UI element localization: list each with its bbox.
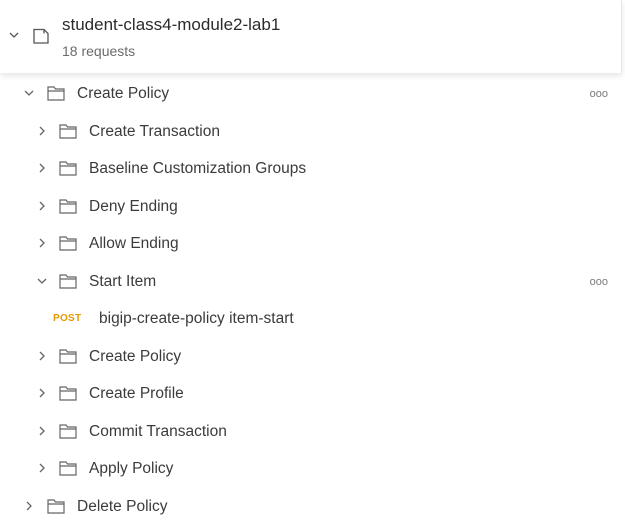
chevron-right-icon[interactable]	[36, 350, 48, 362]
folder-label: Create Profile	[89, 385, 184, 402]
folder-commit-transaction[interactable]: Commit Transaction	[0, 413, 621, 449]
more-options-icon[interactable]: ooo	[590, 89, 608, 100]
folder-deny-ending[interactable]: Deny Ending	[0, 188, 621, 224]
folder-icon	[59, 198, 77, 214]
request-count: 18 requests	[62, 43, 136, 59]
folder-baseline-customization-groups[interactable]: Baseline Customization Groups	[0, 150, 621, 186]
folder-icon	[59, 160, 77, 176]
folder-icon	[47, 85, 65, 101]
folder-label: Create Policy	[77, 85, 170, 102]
collection-name[interactable]: student-class4-module2-lab1	[62, 15, 280, 35]
collection-header[interactable]: student-class4-module2-lab1 18 requests	[0, 0, 622, 73]
folder-icon	[59, 423, 77, 439]
folder-create-policy[interactable]: Create Policy ooo	[0, 75, 621, 111]
folder-create-profile[interactable]: Create Profile	[0, 375, 621, 411]
chevron-right-icon[interactable]	[36, 237, 48, 249]
chevron-right-icon[interactable]	[36, 162, 48, 174]
folder-label: Apply Policy	[89, 460, 174, 477]
folder-icon	[59, 235, 77, 251]
folder-label: Create Policy	[89, 348, 182, 365]
more-options-icon[interactable]: ooo	[590, 277, 608, 288]
chevron-right-icon[interactable]	[36, 125, 48, 137]
folder-label: Delete Policy	[77, 498, 168, 515]
chevron-right-icon[interactable]	[36, 387, 48, 399]
folder-label: Start Item	[89, 273, 157, 290]
chevron-right-icon[interactable]	[36, 425, 48, 437]
folder-icon	[59, 385, 77, 401]
folder-icon	[59, 348, 77, 364]
chevron-down-icon[interactable]	[8, 29, 20, 41]
folder-create-transaction[interactable]: Create Transaction	[0, 113, 621, 149]
folder-icon	[59, 273, 77, 289]
folder-icon	[59, 460, 77, 476]
collection-icon	[32, 27, 50, 45]
folder-allow-ending[interactable]: Allow Ending	[0, 225, 621, 261]
request-label: bigip-create-policy item-start	[99, 310, 294, 327]
method-badge: POST	[53, 313, 82, 324]
chevron-down-icon[interactable]	[36, 275, 48, 287]
folder-delete-policy[interactable]: Delete Policy	[0, 488, 621, 524]
chevron-right-icon[interactable]	[36, 200, 48, 212]
folder-start-item[interactable]: Start Item ooo	[0, 263, 621, 299]
folder-apply-policy[interactable]: Apply Policy	[0, 450, 621, 486]
folder-label: Deny Ending	[89, 198, 178, 215]
folder-label: Allow Ending	[89, 235, 179, 252]
folder-icon	[59, 123, 77, 139]
folder-label: Commit Transaction	[89, 423, 227, 440]
chevron-right-icon[interactable]	[36, 462, 48, 474]
chevron-right-icon[interactable]	[23, 500, 35, 512]
folder-create-policy-sub[interactable]: Create Policy	[0, 338, 621, 374]
chevron-down-icon[interactable]	[23, 87, 35, 99]
request-item[interactable]: POST bigip-create-policy item-start	[0, 300, 621, 336]
folder-label: Create Transaction	[89, 123, 220, 140]
folder-icon	[47, 498, 65, 514]
folder-label: Baseline Customization Groups	[89, 160, 307, 177]
